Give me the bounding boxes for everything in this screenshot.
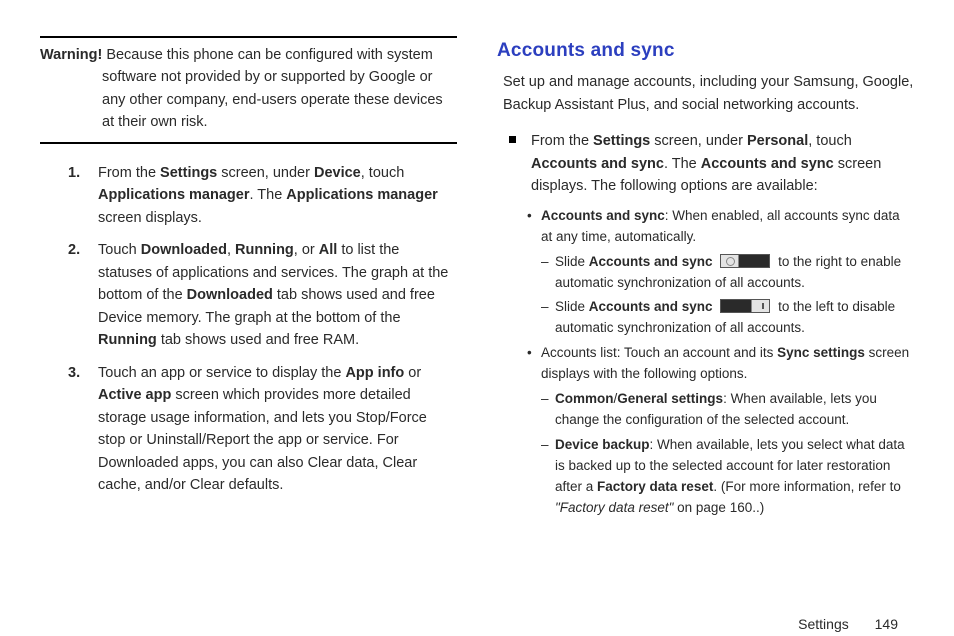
page-footer: Settings 149 <box>0 616 954 632</box>
warning-label: Warning! <box>40 47 102 63</box>
footer-page-number: 149 <box>875 616 898 632</box>
right-column: Accounts and sync Set up and manage acco… <box>497 36 914 596</box>
bullet-accounts-list: Accounts list: Touch an account and its … <box>515 343 914 385</box>
section-intro: Set up and manage accounts, including yo… <box>503 71 914 116</box>
warning-box: Warning! Because this phone can be confi… <box>40 36 457 144</box>
dash-device-backup: Device backup: When available, lets you … <box>531 435 914 519</box>
dash-disable: Slide Accounts and sync to the left to d… <box>531 297 914 339</box>
footer-section: Settings <box>798 616 849 632</box>
section-heading: Accounts and sync <box>497 36 914 65</box>
toggle-off-icon <box>720 254 770 268</box>
step-2: Touch Downloaded, Running, or All to lis… <box>68 239 457 351</box>
left-column: Warning! Because this phone can be confi… <box>40 36 457 596</box>
warning-line1: Because this phone can be configured wit… <box>102 47 432 63</box>
page-body: Warning! Because this phone can be confi… <box>0 0 954 616</box>
square-bullet: From the Settings screen, under Personal… <box>497 130 914 197</box>
step-1: From the Settings screen, under Device, … <box>68 162 457 229</box>
step-3: Touch an app or service to display the A… <box>68 362 457 497</box>
steps-list: From the Settings screen, under Device, … <box>40 162 457 497</box>
warning-rest: software not provided by or supported by… <box>40 66 457 133</box>
bullet-accounts-sync: Accounts and sync: When enabled, all acc… <box>515 206 914 248</box>
dash-common: Common/General settings: When available,… <box>531 389 914 431</box>
toggle-on-icon <box>720 299 770 313</box>
dash-enable: Slide Accounts and sync to the right to … <box>531 252 914 294</box>
